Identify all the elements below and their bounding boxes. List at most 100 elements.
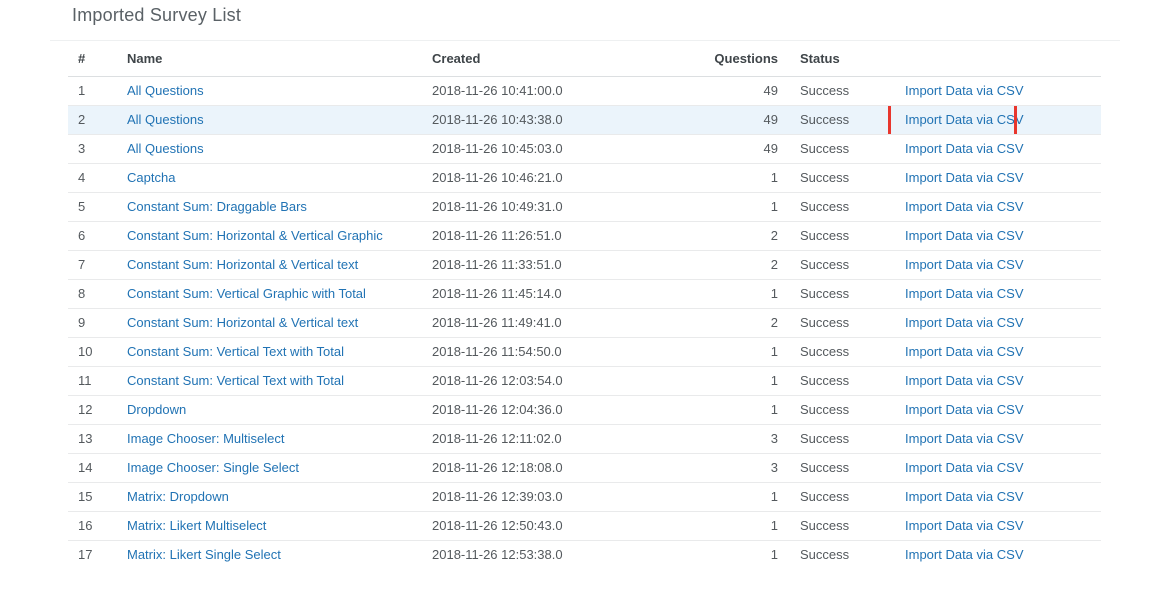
import-action-cell: Import Data via CSV: [888, 250, 1101, 279]
table-row: 4 Captcha 2018-11-26 10:46:21.0 1 Succes…: [68, 163, 1101, 192]
questions-count: 1: [672, 163, 778, 192]
row-number: 15: [68, 482, 117, 511]
import-data-csv-link[interactable]: Import Data via CSV: [905, 286, 1024, 301]
table-row: 14 Image Chooser: Single Select 2018-11-…: [68, 453, 1101, 482]
survey-name-link[interactable]: Constant Sum: Horizontal & Vertical text: [127, 315, 358, 330]
status-text: Success: [778, 366, 888, 395]
survey-name-link[interactable]: Image Chooser: Single Select: [127, 460, 299, 475]
survey-name-cell: All Questions: [117, 76, 422, 105]
questions-count: 3: [672, 453, 778, 482]
questions-count: 49: [672, 134, 778, 163]
status-text: Success: [778, 221, 888, 250]
import-data-csv-link[interactable]: Import Data via CSV: [905, 431, 1024, 446]
row-number: 6: [68, 221, 117, 250]
status-text: Success: [778, 337, 888, 366]
table-row: 11 Constant Sum: Vertical Text with Tota…: [68, 366, 1101, 395]
survey-name-link[interactable]: All Questions: [127, 83, 204, 98]
status-text: Success: [778, 192, 888, 221]
row-number: 11: [68, 366, 117, 395]
survey-name-cell: Constant Sum: Draggable Bars: [117, 192, 422, 221]
questions-count: 49: [672, 105, 778, 134]
table-row: 9 Constant Sum: Horizontal & Vertical te…: [68, 308, 1101, 337]
status-text: Success: [778, 279, 888, 308]
import-data-csv-link[interactable]: Import Data via CSV: [905, 518, 1024, 533]
import-data-csv-link[interactable]: Import Data via CSV: [905, 199, 1024, 214]
import-data-csv-link[interactable]: Import Data via CSV: [905, 402, 1024, 417]
survey-name-link[interactable]: All Questions: [127, 112, 204, 127]
survey-name-link[interactable]: Dropdown: [127, 402, 186, 417]
survey-name-cell: Matrix: Dropdown: [117, 482, 422, 511]
questions-count: 1: [672, 482, 778, 511]
column-header-created: Created: [422, 41, 672, 76]
questions-count: 2: [672, 308, 778, 337]
survey-name-link[interactable]: Constant Sum: Draggable Bars: [127, 199, 307, 214]
import-action-cell: Import Data via CSV: [888, 482, 1101, 511]
import-data-csv-link[interactable]: Import Data via CSV: [905, 257, 1024, 272]
row-number: 1: [68, 76, 117, 105]
column-header-name: Name: [117, 41, 422, 76]
import-data-csv-link[interactable]: Import Data via CSV: [905, 141, 1024, 156]
survey-name-link[interactable]: Constant Sum: Horizontal & Vertical Grap…: [127, 228, 383, 243]
import-data-csv-link[interactable]: Import Data via CSV: [905, 460, 1024, 475]
import-action-cell: Import Data via CSV: [888, 424, 1101, 453]
survey-name-cell: Dropdown: [117, 395, 422, 424]
created-timestamp: 2018-11-26 10:49:31.0: [422, 192, 672, 221]
survey-name-cell: Constant Sum: Vertical Graphic with Tota…: [117, 279, 422, 308]
import-data-csv-link[interactable]: Import Data via CSV: [905, 547, 1024, 562]
survey-name-link[interactable]: Constant Sum: Horizontal & Vertical text: [127, 257, 358, 272]
survey-table: # Name Created Questions Status 1 All Qu…: [68, 41, 1101, 569]
survey-name-link[interactable]: Matrix: Likert Multiselect: [127, 518, 266, 533]
survey-name-link[interactable]: Image Chooser: Multiselect: [127, 431, 285, 446]
import-data-csv-link[interactable]: Import Data via CSV: [905, 170, 1024, 185]
questions-count: 1: [672, 395, 778, 424]
created-timestamp: 2018-11-26 12:50:43.0: [422, 511, 672, 540]
survey-table-body: 1 All Questions 2018-11-26 10:41:00.0 49…: [68, 76, 1101, 569]
created-timestamp: 2018-11-26 10:41:00.0: [422, 76, 672, 105]
import-action-cell: Import Data via CSV: [888, 221, 1101, 250]
created-timestamp: 2018-11-26 10:45:03.0: [422, 134, 672, 163]
survey-name-link[interactable]: Captcha: [127, 170, 175, 185]
survey-name-cell: Constant Sum: Horizontal & Vertical Grap…: [117, 221, 422, 250]
status-text: Success: [778, 511, 888, 540]
questions-count: 2: [672, 221, 778, 250]
row-number: 2: [68, 105, 117, 134]
row-number: 12: [68, 395, 117, 424]
created-timestamp: 2018-11-26 12:39:03.0: [422, 482, 672, 511]
row-number: 13: [68, 424, 117, 453]
row-number: 9: [68, 308, 117, 337]
created-timestamp: 2018-11-26 12:53:38.0: [422, 540, 672, 569]
questions-count: 49: [672, 76, 778, 105]
survey-name-link[interactable]: Matrix: Likert Single Select: [127, 547, 281, 562]
status-text: Success: [778, 424, 888, 453]
questions-count: 1: [672, 279, 778, 308]
survey-name-cell: Constant Sum: Horizontal & Vertical text: [117, 308, 422, 337]
survey-name-link[interactable]: Constant Sum: Vertical Text with Total: [127, 373, 344, 388]
import-data-csv-link[interactable]: Import Data via CSV: [905, 83, 1024, 98]
survey-name-cell: Matrix: Likert Single Select: [117, 540, 422, 569]
status-text: Success: [778, 76, 888, 105]
import-action-cell: Import Data via CSV: [888, 163, 1101, 192]
row-number: 7: [68, 250, 117, 279]
import-data-csv-link[interactable]: Import Data via CSV: [905, 489, 1024, 504]
created-timestamp: 2018-11-26 12:03:54.0: [422, 366, 672, 395]
survey-list-panel: # Name Created Questions Status 1 All Qu…: [50, 40, 1120, 569]
import-data-csv-link[interactable]: Import Data via CSV: [905, 373, 1024, 388]
survey-name-link[interactable]: Constant Sum: Vertical Text with Total: [127, 344, 344, 359]
table-row: 7 Constant Sum: Horizontal & Vertical te…: [68, 250, 1101, 279]
status-text: Success: [778, 482, 888, 511]
status-text: Success: [778, 540, 888, 569]
import-data-csv-link[interactable]: Import Data via CSV: [905, 228, 1024, 243]
created-timestamp: 2018-11-26 11:49:41.0: [422, 308, 672, 337]
import-action-cell: Import Data via CSV: [888, 105, 1101, 134]
import-action-cell: Import Data via CSV: [888, 308, 1101, 337]
import-data-csv-link[interactable]: Import Data via CSV: [905, 344, 1024, 359]
survey-name-link[interactable]: Constant Sum: Vertical Graphic with Tota…: [127, 286, 366, 301]
questions-count: 1: [672, 337, 778, 366]
row-number: 14: [68, 453, 117, 482]
column-header-questions: Questions: [672, 41, 778, 76]
import-data-csv-link[interactable]: Import Data via CSV: [905, 315, 1024, 330]
import-data-csv-link[interactable]: Import Data via CSV: [905, 112, 1024, 127]
survey-name-link[interactable]: Matrix: Dropdown: [127, 489, 229, 504]
survey-name-cell: Captcha: [117, 163, 422, 192]
survey-name-link[interactable]: All Questions: [127, 141, 204, 156]
